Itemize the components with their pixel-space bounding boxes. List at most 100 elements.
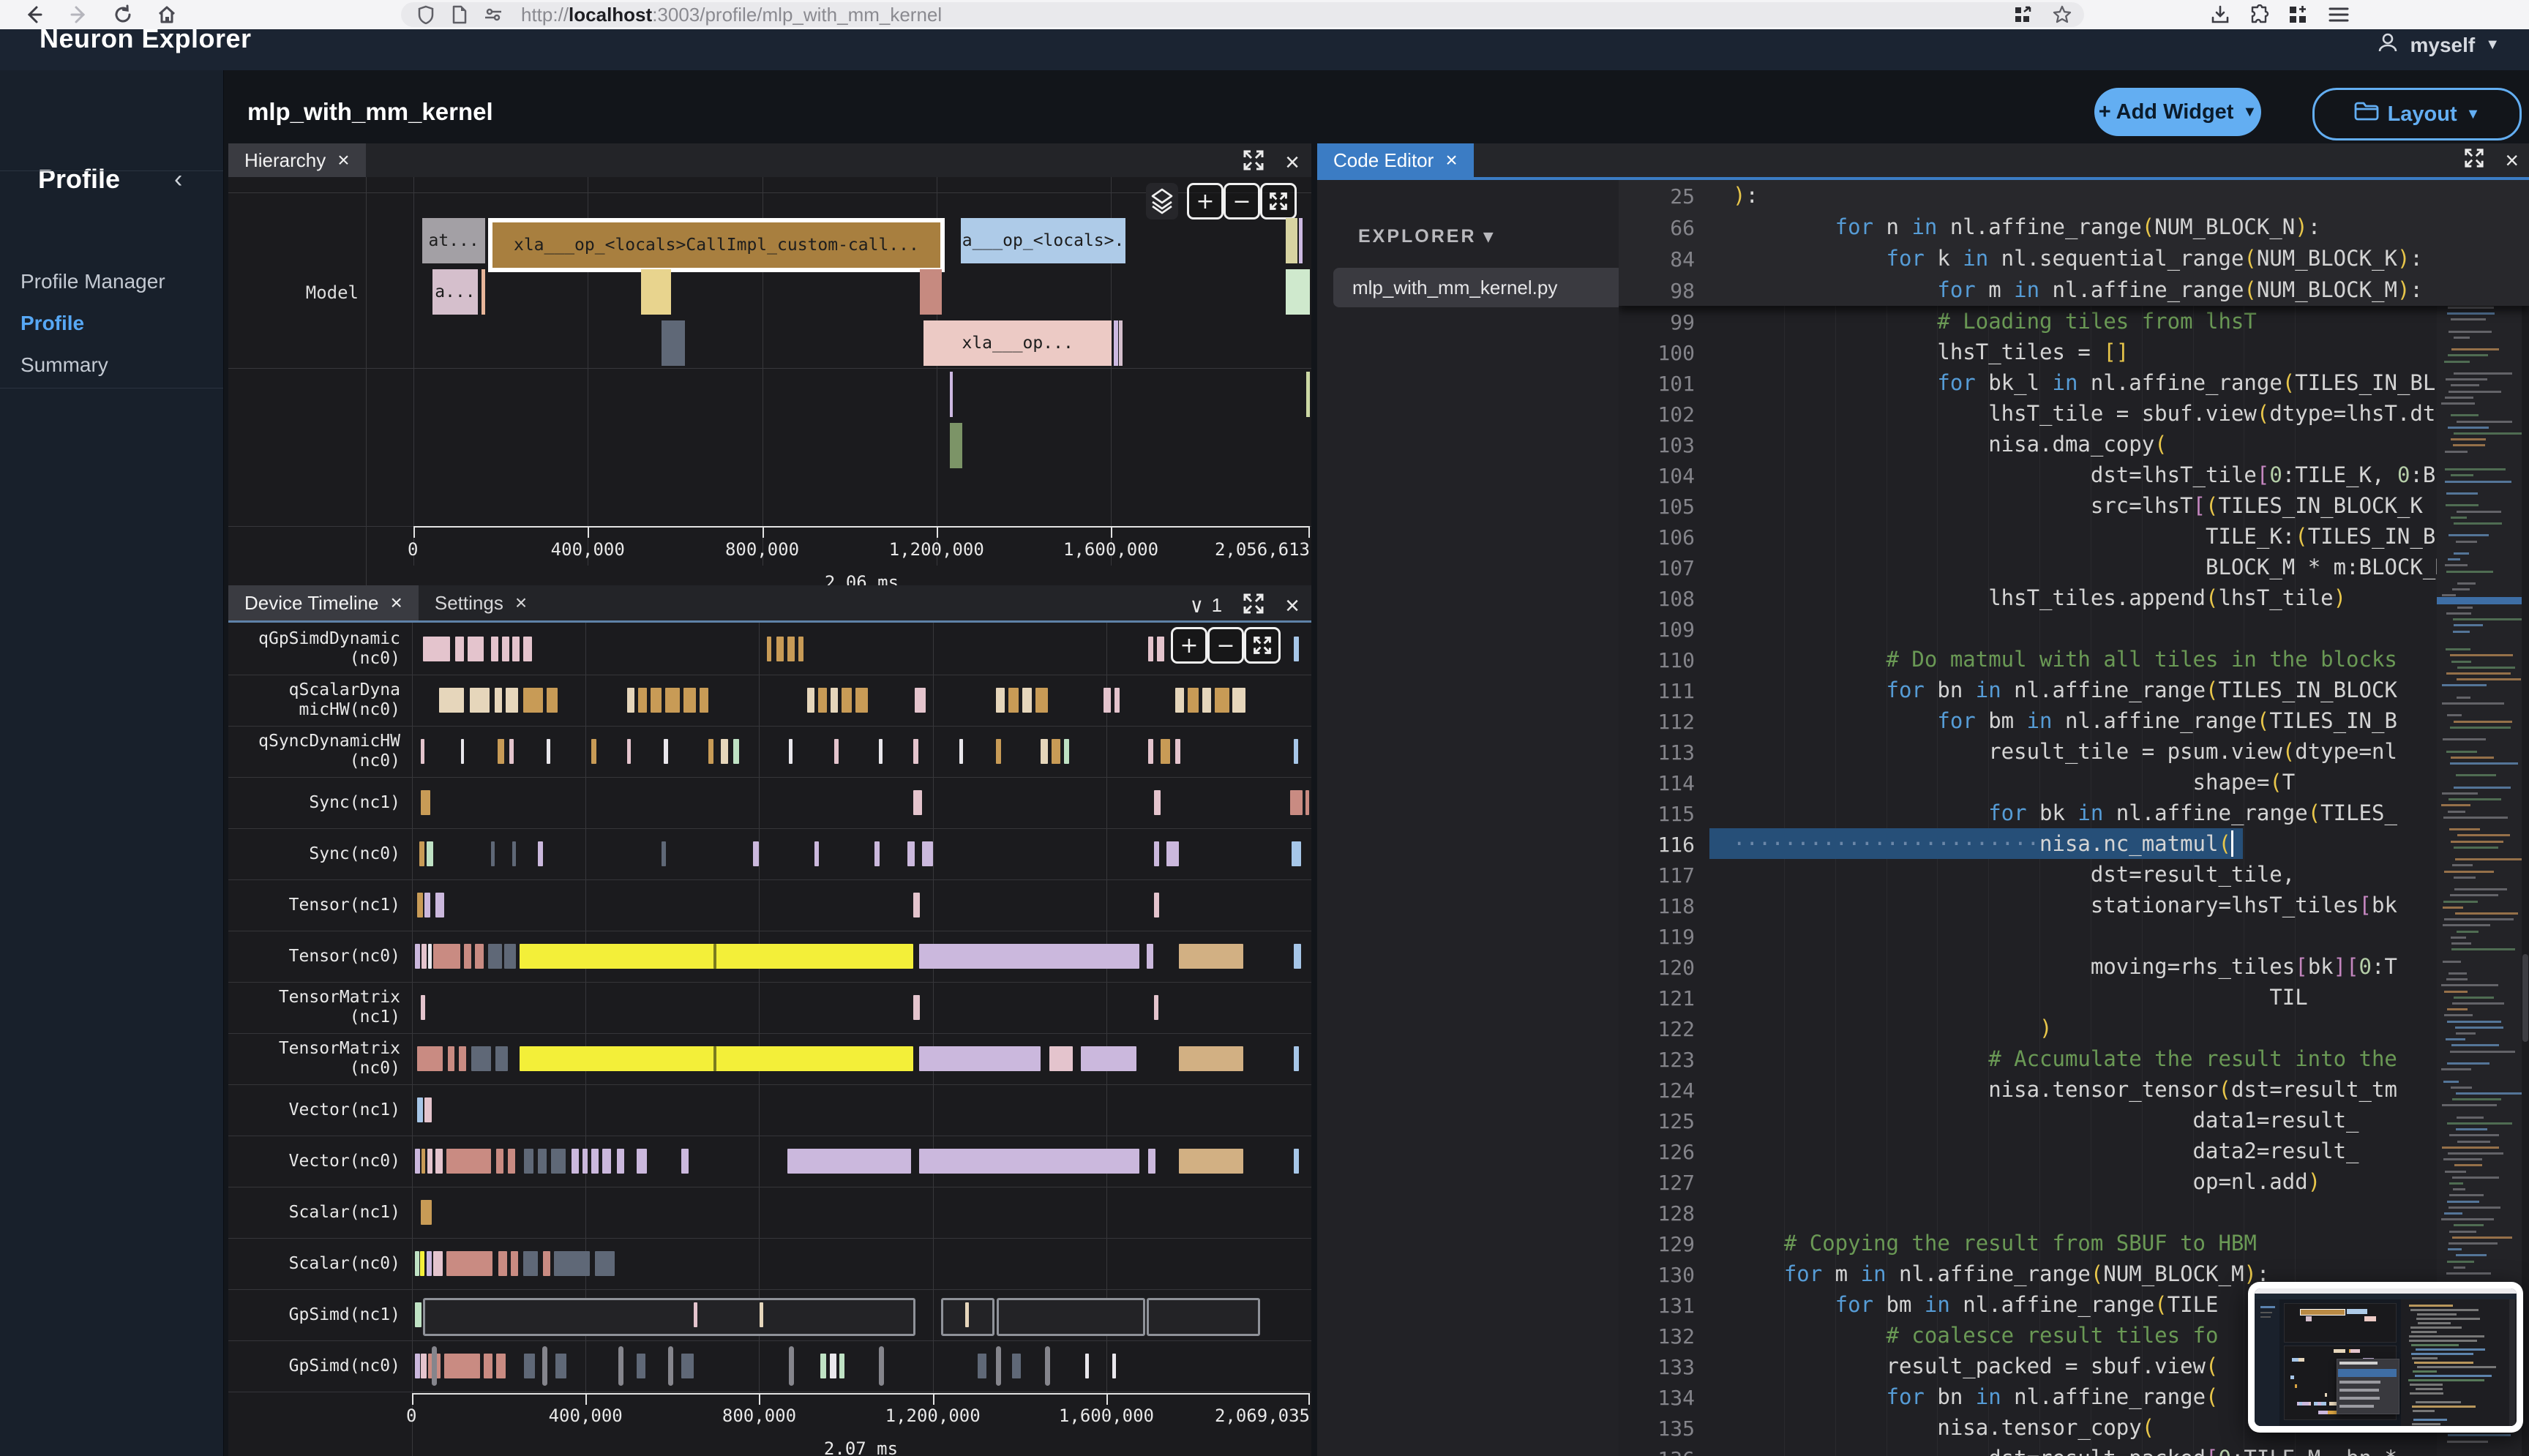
tab-device-timeline[interactable]: Device Timeline×	[228, 585, 419, 620]
timeline-marker[interactable]	[1045, 1346, 1050, 1386]
timeline-bar[interactable]	[1035, 688, 1048, 713]
reload-icon[interactable]	[111, 3, 135, 26]
timeline-bar[interactable]	[508, 1149, 515, 1174]
timeline-bar[interactable]	[547, 739, 550, 764]
timeline-bar[interactable]	[842, 688, 853, 713]
timeline-bar[interactable]	[498, 1251, 507, 1276]
timeline-bar[interactable]	[554, 1251, 590, 1276]
timeline-bar[interactable]	[459, 1046, 466, 1071]
timeline-bar[interactable]	[713, 944, 716, 969]
timeline-bar[interactable]	[789, 739, 793, 764]
timeline-bar[interactable]	[512, 637, 520, 661]
reader-mode-icon[interactable]	[2011, 3, 2034, 26]
timeline-bar[interactable]	[1154, 841, 1159, 866]
timeline-bar[interactable]	[919, 944, 1139, 969]
flame-bar[interactable]	[1114, 320, 1118, 366]
timeline-bar[interactable]	[424, 893, 430, 917]
downloads-icon[interactable]	[2208, 3, 2232, 26]
timeline-bar[interactable]	[879, 739, 883, 764]
code-line[interactable]: 125data1=result_	[1619, 1105, 2529, 1136]
timeline-marker[interactable]	[996, 1346, 1001, 1386]
timeline-bar[interactable]	[1294, 739, 1298, 764]
timeline-bar[interactable]	[543, 1251, 550, 1276]
chevron-down-icon[interactable]: ∨	[1191, 593, 1203, 618]
timeline-bar[interactable]	[1104, 688, 1111, 713]
timeline-bar[interactable]	[1161, 739, 1169, 764]
timeline-bar[interactable]	[491, 637, 498, 661]
zoom-out-button[interactable]: −	[1207, 627, 1244, 664]
hierarchy-chart[interactable]: Model+−at...xla___op_<locals>CallImpl_cu…	[228, 177, 1311, 585]
code-line[interactable]: 128	[1619, 1197, 2529, 1228]
timeline-bar[interactable]	[415, 1354, 420, 1378]
forward-icon[interactable]	[67, 3, 91, 26]
timeline-bar[interactable]	[484, 1354, 492, 1378]
timeline-bar[interactable]	[417, 1097, 422, 1122]
code-line[interactable]: 110# Do matmul with all tiles in the blo…	[1619, 644, 2529, 675]
timeline-bar[interactable]	[1041, 739, 1048, 764]
timeline-bar[interactable]	[1064, 739, 1069, 764]
code-line[interactable]: 114shape=(T	[1619, 767, 2529, 798]
timeline-bar[interactable]	[787, 1149, 911, 1174]
timeline-bar[interactable]	[421, 1200, 432, 1225]
back-icon[interactable]	[22, 3, 45, 26]
zoom-in-button[interactable]: +	[1171, 627, 1207, 664]
flame-bar[interactable]: a...	[432, 269, 478, 315]
timeline-bar[interactable]	[1154, 790, 1161, 815]
timeline-bar[interactable]	[433, 1251, 442, 1276]
timeline-bar[interactable]	[721, 739, 728, 764]
code-line[interactable]: 108lhsT_tiles.append(lhsT_tile)	[1619, 582, 2529, 613]
timeline-bar[interactable]	[1232, 688, 1245, 713]
file-item[interactable]: mlp_with_mm_kernel.py	[1333, 268, 1623, 307]
sidebar-item-profile-manager[interactable]: Profile Manager	[0, 260, 223, 302]
timeline-bar[interactable]	[1188, 688, 1199, 713]
timeline-bar[interactable]	[1202, 688, 1211, 713]
timeline-bar[interactable]	[1081, 1046, 1136, 1071]
code-line[interactable]: 116························nisa.nc_matmu…	[1619, 828, 2529, 859]
timeline-bar[interactable]	[1154, 893, 1159, 917]
timeline-bar[interactable]	[1114, 688, 1120, 713]
timeline-marker[interactable]	[879, 1346, 884, 1386]
timeline-bar[interactable]	[496, 1149, 503, 1174]
timeline-bar[interactable]	[733, 739, 738, 764]
fit-view-button[interactable]	[1260, 183, 1297, 219]
flame-bar[interactable]	[662, 320, 685, 366]
timeline-bar[interactable]	[591, 739, 596, 764]
timeline-bar[interactable]	[435, 1149, 443, 1174]
timeline-bar[interactable]	[996, 688, 1005, 713]
timeline-bar[interactable]	[637, 1354, 645, 1378]
timeline-bar[interactable]	[760, 1302, 763, 1327]
sidebar-collapse-icon[interactable]: ‹	[174, 165, 182, 194]
timeline-bar[interactable]	[713, 1046, 716, 1071]
timeline-bar[interactable]	[555, 1354, 566, 1378]
timeline-bar[interactable]	[602, 1149, 611, 1174]
timeline-bar[interactable]	[421, 995, 425, 1020]
flame-bar[interactable]	[950, 423, 962, 468]
code-line[interactable]: 136dst=result_packed[0:TILE_M, bn *	[1619, 1443, 2529, 1456]
timeline-bar[interactable]	[1305, 790, 1309, 815]
code-line[interactable]: 123# Accumulate the result into the	[1619, 1043, 2529, 1074]
timeline-bar[interactable]	[506, 688, 518, 713]
timeline-bar[interactable]	[495, 688, 502, 713]
code-line[interactable]: 124nisa.tensor_tensor(dst=result_tm	[1619, 1074, 2529, 1105]
flame-bar[interactable]: xla___op_<locals>...	[961, 218, 1125, 263]
timeline-bar[interactable]	[523, 1251, 538, 1276]
timeline-bar[interactable]	[1154, 995, 1158, 1020]
flame-bar[interactable]	[950, 372, 953, 417]
timeline-bar[interactable]	[830, 1354, 837, 1378]
code-line[interactable]: 122)	[1619, 1013, 2529, 1043]
timeline-bar[interactable]	[470, 688, 490, 713]
timeline-bar[interactable]	[700, 688, 708, 713]
timeline-bar[interactable]	[444, 1354, 480, 1378]
timeline-outline-bar[interactable]	[997, 1298, 1146, 1336]
code-line[interactable]: 104dst=lhsT_tile[0:TILE_K, 0:BLOCK_	[1619, 459, 2529, 490]
timeline-marker[interactable]	[789, 1346, 794, 1386]
timeline-bar[interactable]	[978, 1354, 986, 1378]
timeline-bar[interactable]	[818, 688, 827, 713]
timeline-bar[interactable]	[1294, 637, 1299, 661]
timeline-bar[interactable]	[461, 739, 464, 764]
timeline-bar[interactable]	[753, 841, 758, 866]
timeline-bar[interactable]	[855, 688, 868, 713]
code-line[interactable]: 100lhsT_tiles = []	[1619, 337, 2529, 367]
flame-bar[interactable]	[1299, 218, 1303, 263]
timeline-bar[interactable]	[435, 893, 444, 917]
